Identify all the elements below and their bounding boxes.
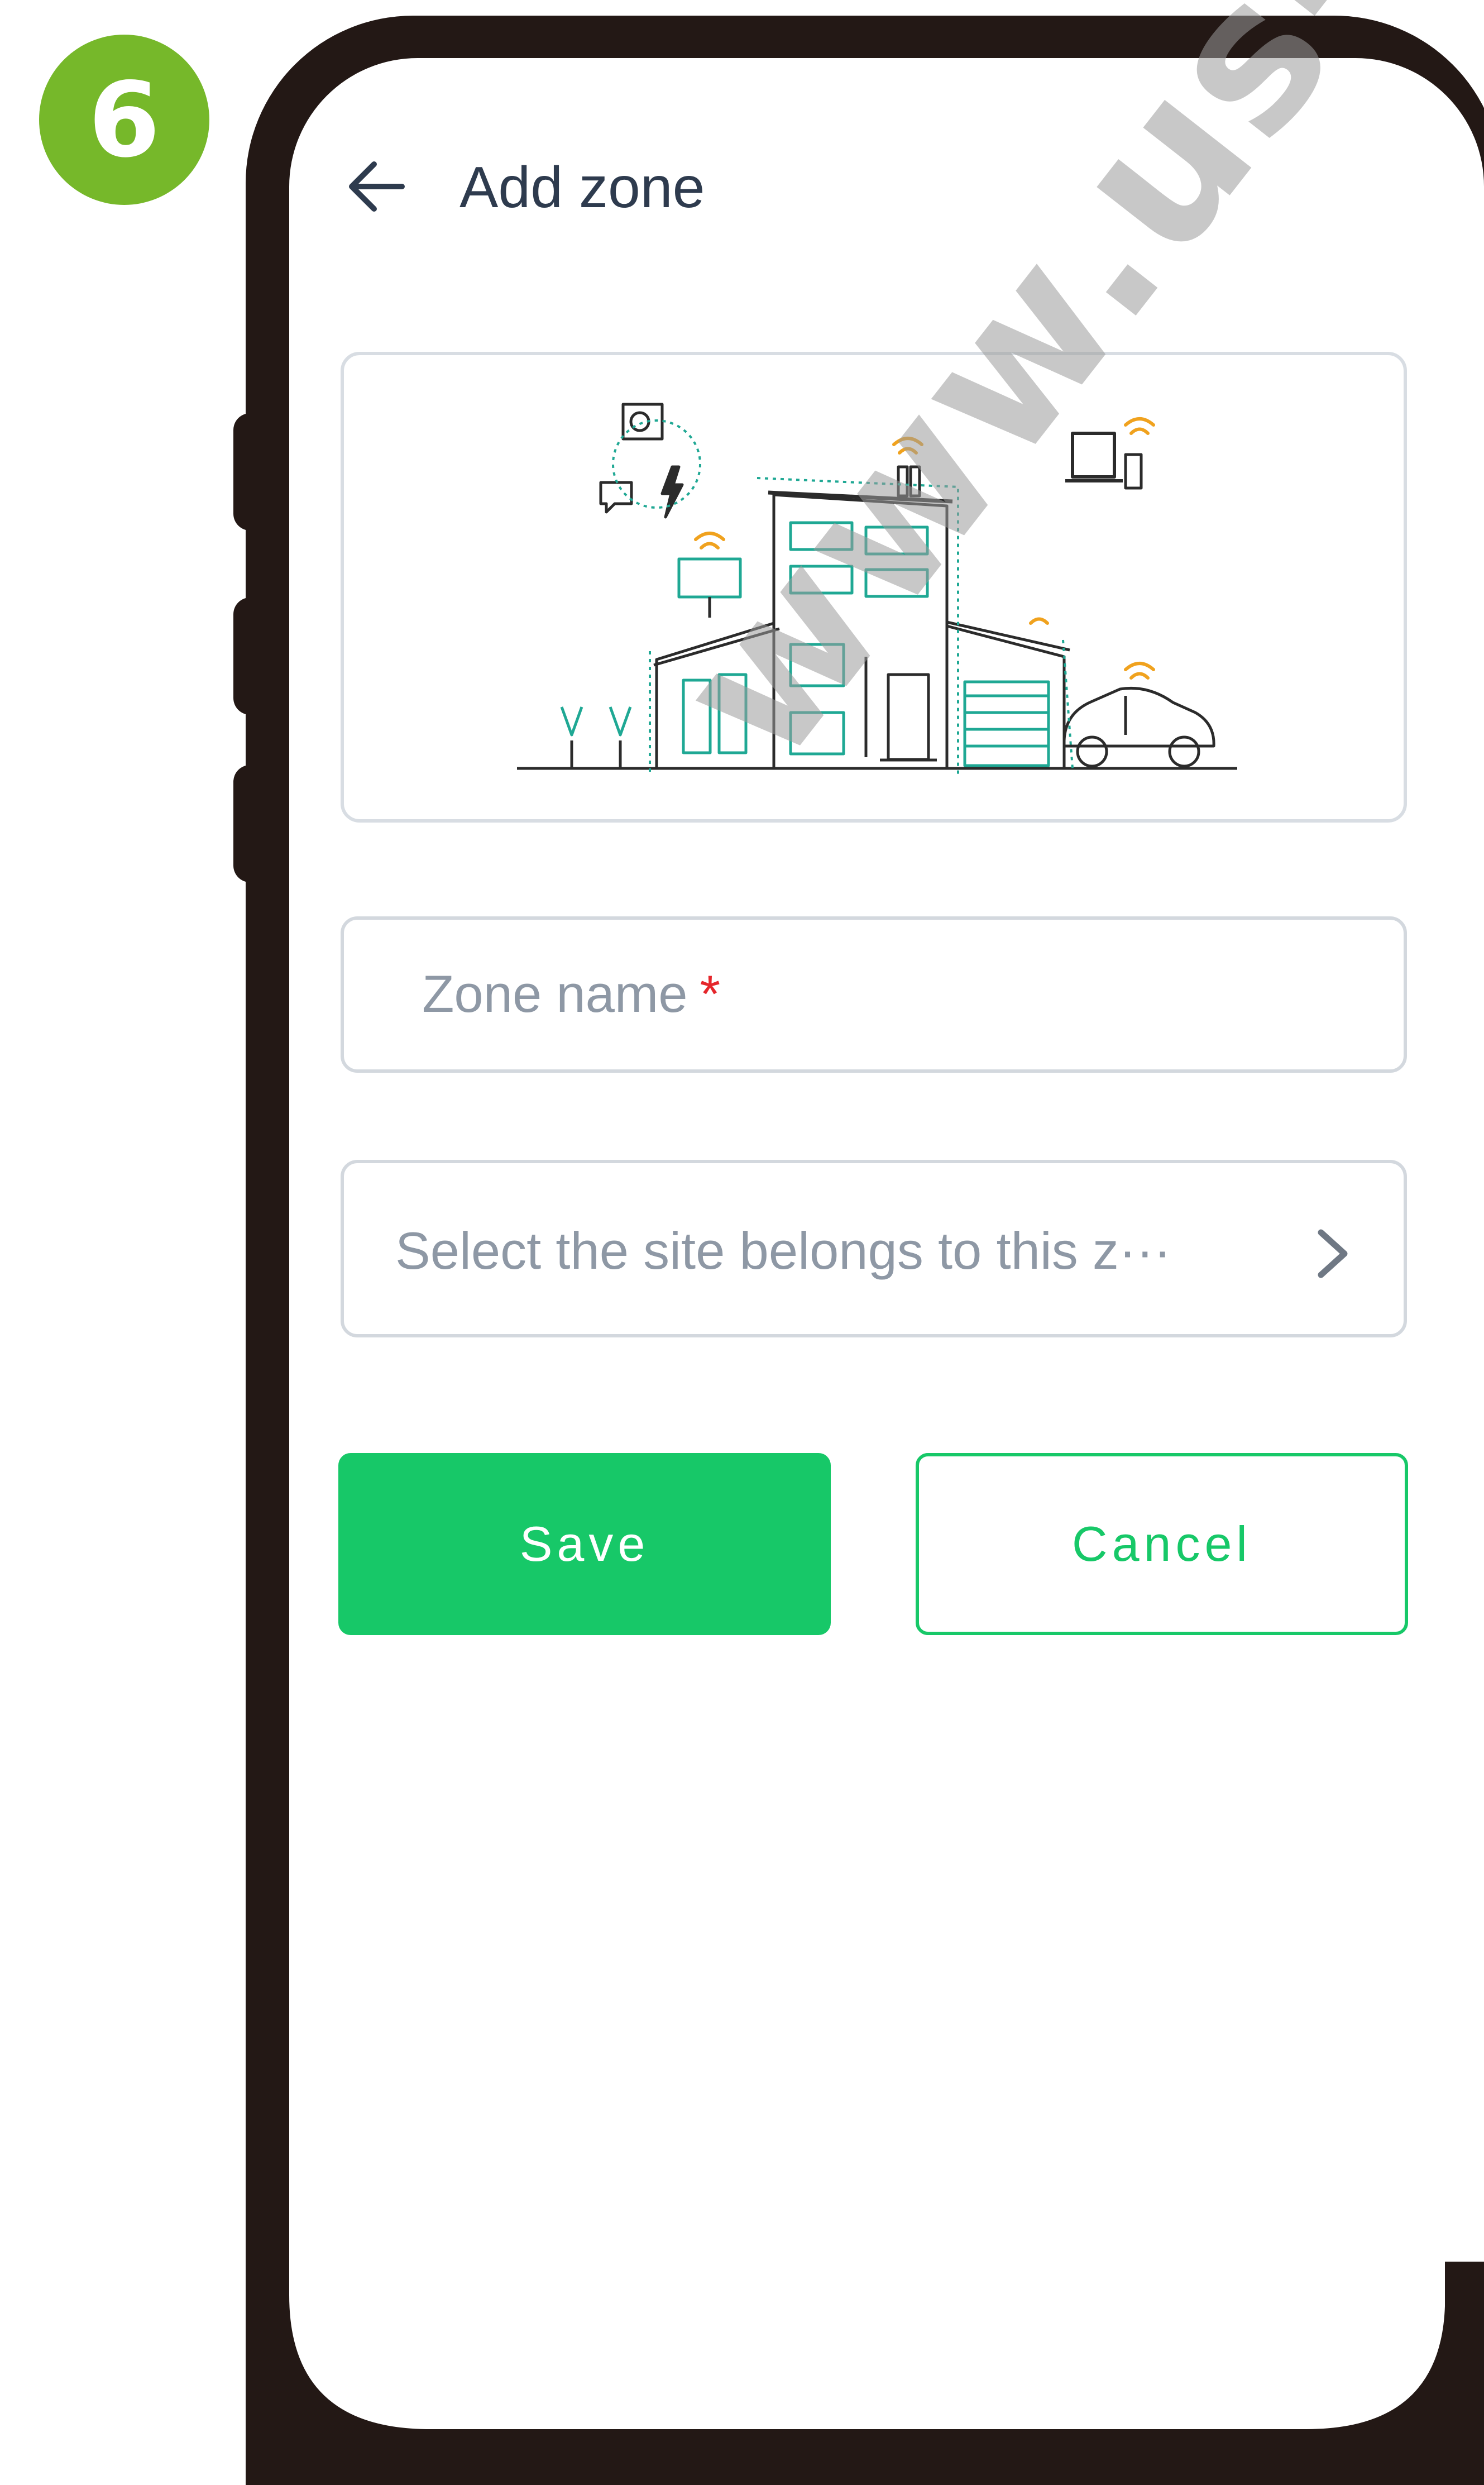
chevron-right-icon [1318, 1229, 1348, 1278]
page-title: Add zone [459, 155, 705, 220]
save-button[interactable]: Save [338, 1453, 831, 1635]
site-select-placeholder: Select the site belongs to this z··· [395, 1221, 1171, 1280]
step-number-badge: 6 [39, 35, 209, 205]
zone-name-placeholder: Zone name * [422, 964, 721, 1023]
smart-home-illustration [341, 352, 1407, 823]
zone-name-input[interactable]: Zone name * [341, 916, 1407, 1073]
site-select[interactable]: Select the site belongs to this z··· [341, 1160, 1407, 1337]
cancel-button[interactable]: Cancel [916, 1453, 1408, 1635]
arrow-left-icon[interactable] [345, 159, 406, 214]
phone-screen: Add zone Zone name * Select the site bel… [289, 58, 1484, 2459]
required-asterisk: * [700, 964, 721, 1023]
app-header: Add zone [289, 58, 1484, 226]
